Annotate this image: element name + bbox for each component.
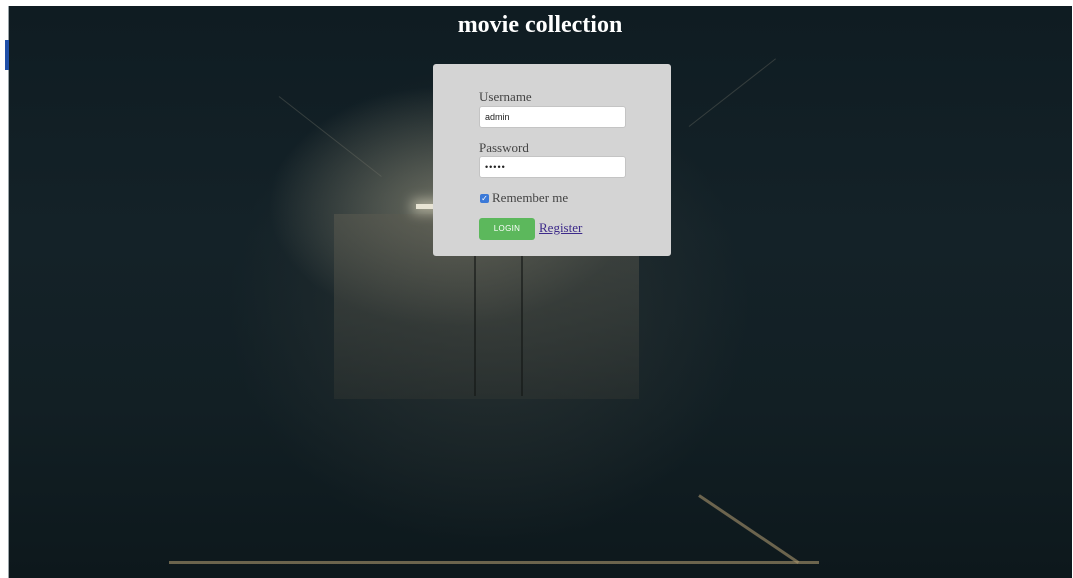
floor-marking bbox=[698, 494, 800, 564]
password-label: Password bbox=[479, 140, 529, 155]
login-button[interactable]: LOGIN bbox=[479, 218, 535, 240]
remember-me-label[interactable]: Remember me bbox=[492, 190, 568, 206]
username-input[interactable]: admin bbox=[479, 106, 626, 128]
remember-me-checkbox[interactable]: ✓ bbox=[480, 194, 489, 203]
page-title: movie collection bbox=[457, 12, 623, 38]
register-link[interactable]: Register bbox=[539, 220, 582, 236]
login-form: Username admin Password ••••• ✓ Remember… bbox=[433, 64, 671, 256]
checkmark-icon: ✓ bbox=[481, 194, 488, 203]
username-label: Username bbox=[479, 89, 532, 104]
floor-marking bbox=[169, 561, 819, 564]
password-input[interactable]: ••••• bbox=[479, 156, 626, 178]
ceiling-beam bbox=[688, 58, 776, 127]
ceiling-beam bbox=[278, 96, 382, 177]
